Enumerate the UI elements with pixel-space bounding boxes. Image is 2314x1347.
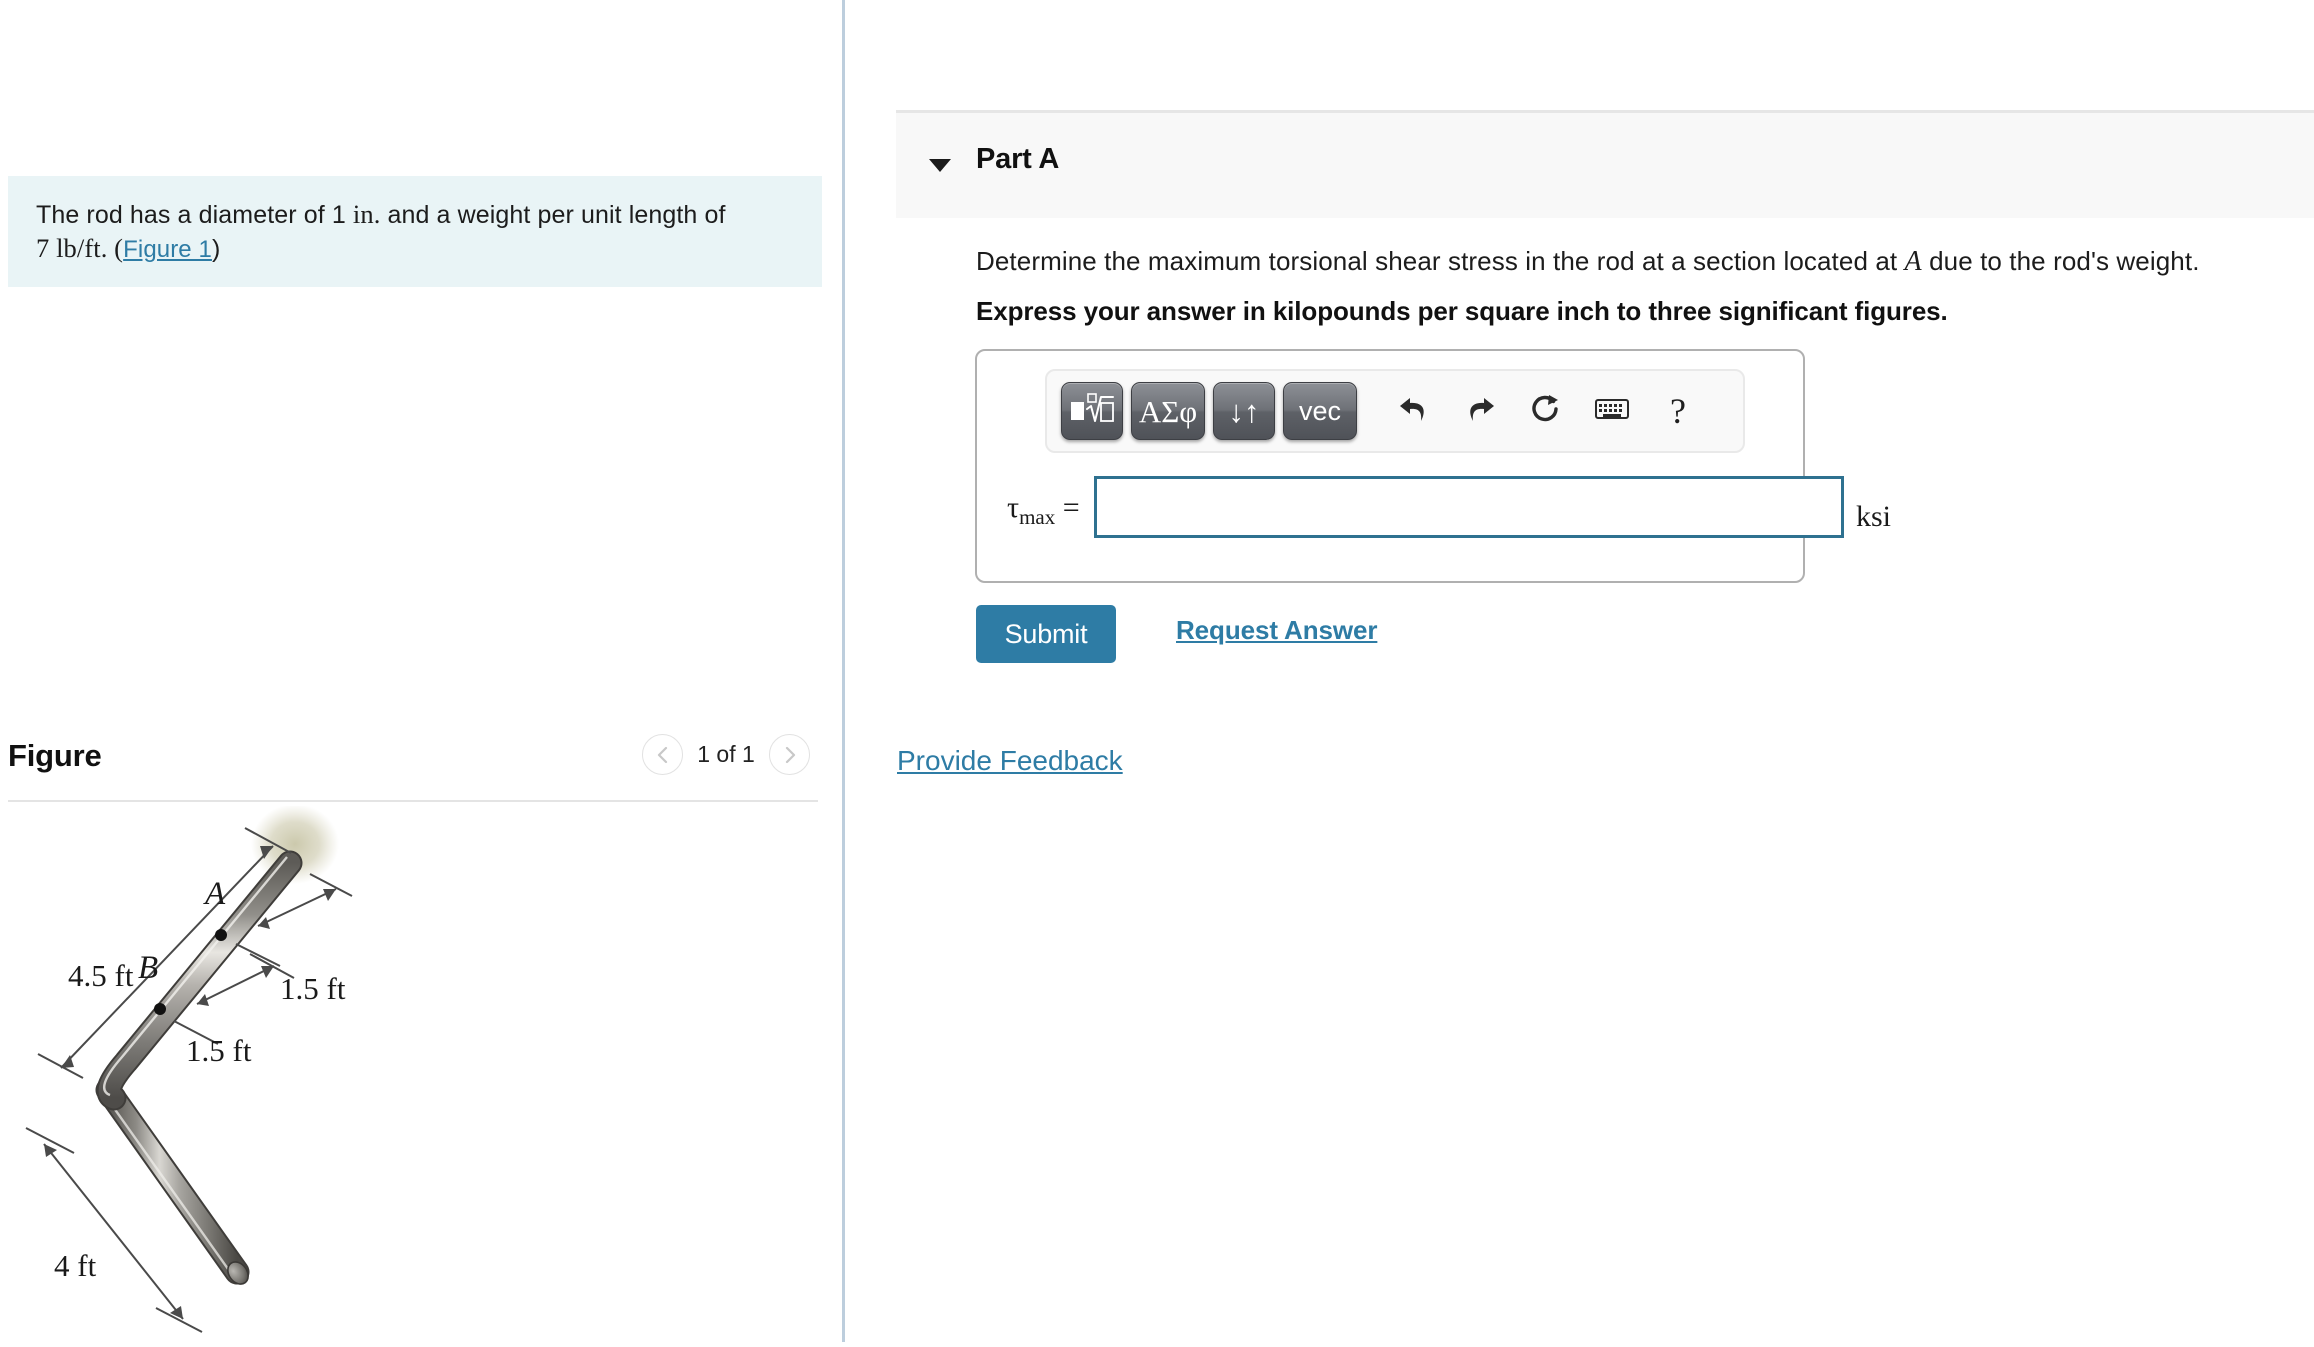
dimension-label-4-5ft: 4.5 ft — [68, 958, 134, 993]
problem-statement-box: The rod has a diameter of 1 in. and a we… — [8, 176, 822, 287]
point-marker-b — [154, 1003, 166, 1015]
problem-line2-value: 7 lb/ft. ( — [36, 233, 124, 263]
request-answer-link[interactable]: Request Answer — [1176, 615, 1377, 646]
rod-diagram-svg: 4.5 ft 1.5 ft 1.5 ft 4 ft A B — [25, 804, 353, 1333]
chevron-left-icon — [655, 745, 671, 765]
problem-line2-close: ) — [211, 235, 221, 263]
dimension-label-1-5ft-upper: 1.5 ft — [280, 971, 346, 1006]
redo-button[interactable] — [1451, 382, 1509, 440]
question-text: Determine the maximum torsional shear st… — [976, 246, 2200, 278]
problem-statement-text: The rod has a diameter of 1 in. and a we… — [36, 198, 794, 266]
tau-symbol: τ — [1007, 491, 1020, 524]
rod-lower-leg — [95, 1077, 250, 1285]
triangle-down-icon[interactable] — [929, 159, 951, 172]
tau-subscript: max — [1019, 505, 1056, 529]
help-button[interactable]: ? — [1649, 382, 1707, 440]
answer-panel: ΑΣφ ↓↑ vec ? τmax = — [975, 349, 1844, 583]
problem-line1-post: and a weight per unit length of — [380, 201, 726, 229]
figure-1-link[interactable]: Figure 1 — [123, 236, 212, 263]
point-marker-a — [215, 929, 227, 941]
vector-button[interactable]: vec — [1283, 382, 1357, 440]
provide-feedback-link[interactable]: Provide Feedback — [897, 745, 1123, 777]
equals-sign: = — [1062, 491, 1080, 524]
problem-unit-in: in. — [352, 199, 381, 229]
figure-next-button[interactable] — [769, 734, 810, 775]
point-label-a: A — [203, 876, 226, 912]
submit-button[interactable]: Submit — [976, 605, 1116, 663]
answer-variable-label: τmax = — [1007, 491, 1080, 530]
part-a-header[interactable]: Part A — [896, 110, 2314, 218]
point-label-b: B — [138, 950, 158, 986]
help-icon: ? — [1670, 391, 1686, 431]
reset-button[interactable] — [1517, 382, 1575, 440]
figure-header: Figure 1 of 1 — [8, 730, 822, 798]
arrows-label: ↓↑ — [1228, 393, 1260, 429]
problem-line1-pre: The rod has a diameter of 1 — [36, 201, 353, 229]
figure-divider — [8, 800, 818, 802]
part-a-title: Part A — [976, 143, 1060, 175]
answer-unit-label: ksi — [1856, 500, 1892, 533]
answer-input[interactable] — [1094, 476, 1844, 538]
dimension-label-4ft: 4 ft — [54, 1248, 97, 1283]
figure-diagram[interactable]: 4.5 ft 1.5 ft 1.5 ft 4 ft A B — [8, 804, 822, 1342]
figure-title: Figure — [8, 738, 102, 773]
dimension-label-1-5ft-lower: 1.5 ft — [186, 1033, 252, 1068]
math-toolbar: ΑΣφ ↓↑ vec ? — [1045, 369, 1745, 453]
redo-icon — [1464, 394, 1496, 429]
right-panel: Part A Determine the maximum torsional s… — [845, 0, 2314, 1342]
question-text-post: due to the rod's weight. — [1921, 246, 2200, 276]
template-radical-icon — [1070, 392, 1114, 430]
arrows-button[interactable]: ↓↑ — [1213, 382, 1275, 440]
instruction-text: Express your answer in kilopounds per sq… — [976, 296, 1948, 326]
chevron-right-icon — [782, 745, 798, 765]
keyboard-icon — [1595, 397, 1629, 426]
vector-label: vec — [1298, 395, 1342, 426]
question-variable-a: A — [1904, 246, 1922, 277]
left-panel: The rod has a diameter of 1 in. and a we… — [0, 0, 843, 1342]
figure-prev-button[interactable] — [642, 734, 683, 775]
undo-icon — [1398, 394, 1430, 429]
figure-page-indicator: 1 of 1 — [697, 741, 755, 767]
reset-icon — [1531, 393, 1561, 430]
math-template-button[interactable] — [1061, 382, 1123, 440]
question-text-pre: Determine the maximum torsional shear st… — [976, 246, 1905, 276]
greek-symbols-label: ΑΣφ — [1138, 393, 1198, 429]
greek-symbols-button[interactable]: ΑΣφ — [1131, 382, 1205, 440]
figure-pager: 1 of 1 — [642, 734, 810, 775]
undo-button[interactable] — [1385, 382, 1443, 440]
keyboard-button[interactable] — [1583, 382, 1641, 440]
